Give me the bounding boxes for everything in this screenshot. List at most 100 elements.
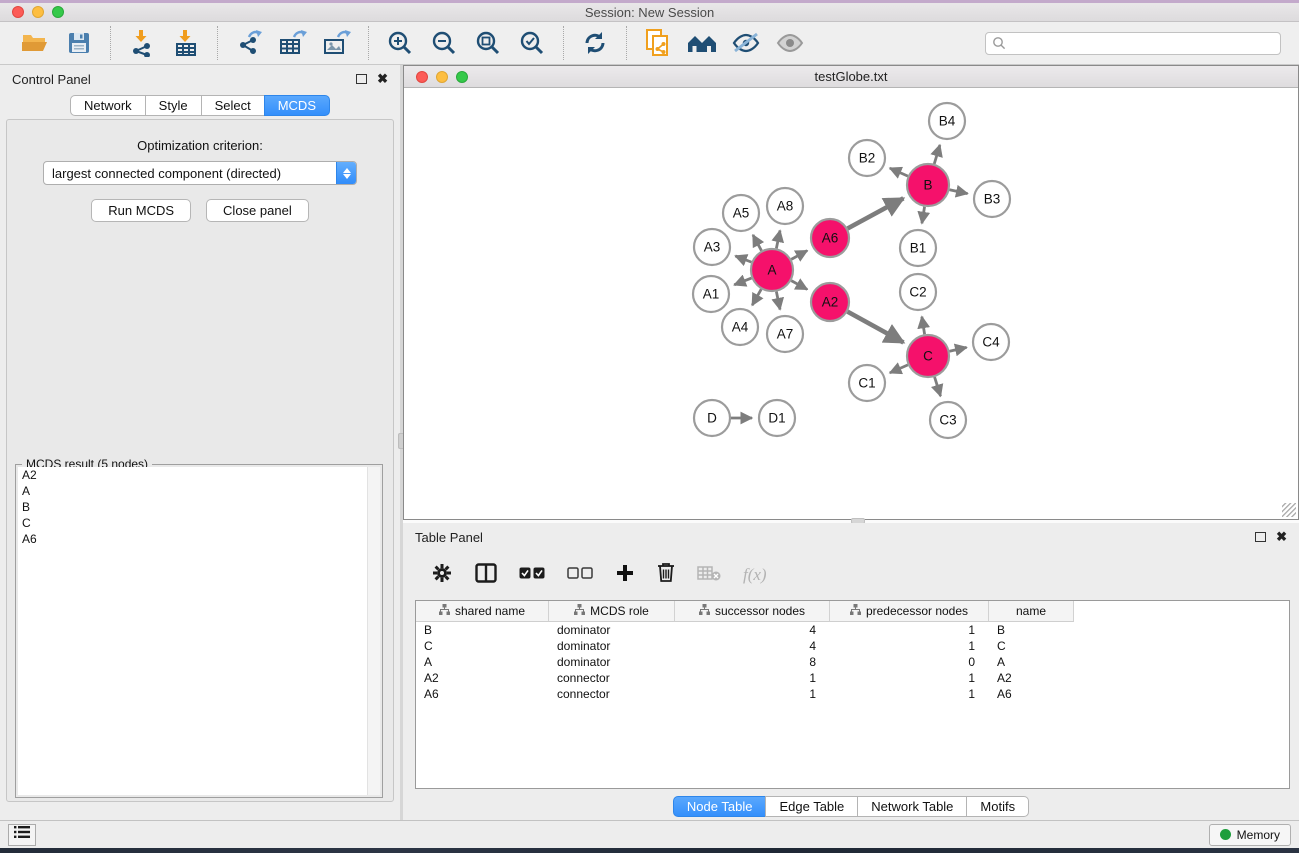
graph-node-C3[interactable]: C3: [930, 402, 966, 438]
zoom-fit-button[interactable]: [471, 27, 505, 59]
table-cell[interactable]: A6: [989, 686, 1074, 702]
graph-edge-A-A1[interactable]: [734, 278, 751, 285]
graph-node-C2[interactable]: C2: [900, 274, 936, 310]
graph-node-B2[interactable]: B2: [849, 140, 885, 176]
zoom-in-button[interactable]: [383, 27, 417, 59]
graph-node-A6[interactable]: A6: [811, 219, 849, 257]
graph-edge-C-C4[interactable]: [949, 347, 966, 351]
tab-style[interactable]: Style: [145, 95, 202, 116]
table-cell[interactable]: A2: [989, 670, 1074, 686]
column-header-predecessor-nodes[interactable]: predecessor nodes: [830, 601, 989, 622]
table-row[interactable]: Adominator80A: [416, 654, 1289, 670]
graph-edge-A-A3[interactable]: [735, 256, 751, 262]
hide-selected-button[interactable]: [729, 27, 763, 59]
close-panel-icon[interactable]: ✖: [1276, 532, 1287, 542]
export-image-button[interactable]: [320, 27, 354, 59]
import-network-button[interactable]: [125, 27, 159, 59]
mcds-result-item[interactable]: A: [18, 483, 380, 499]
graph-edge-C-C2[interactable]: [922, 317, 925, 335]
table-cell[interactable]: connector: [549, 686, 675, 702]
delete-table-button[interactable]: [697, 565, 721, 586]
column-header-shared-name[interactable]: shared name: [416, 601, 549, 622]
column-header-successor-nodes[interactable]: successor nodes: [675, 601, 830, 622]
table-cell[interactable]: A2: [416, 670, 549, 686]
show-all-button[interactable]: [773, 27, 807, 59]
tab-network-table[interactable]: Network Table: [857, 796, 967, 817]
graph-node-A2[interactable]: A2: [811, 283, 849, 321]
search-input[interactable]: [1010, 36, 1274, 50]
network-graph[interactable]: B4B2BB3A8A5A6B1A3AC2A1A2A4A7C4CC1C3DD1: [404, 88, 1298, 518]
graph-node-A3[interactable]: A3: [694, 229, 730, 265]
graph-node-C1[interactable]: C1: [849, 365, 885, 401]
table-cell[interactable]: B: [416, 622, 549, 638]
graph-edge-B-B2[interactable]: [890, 168, 908, 176]
graph-node-A1[interactable]: A1: [693, 276, 729, 312]
show-columns-button[interactable]: [475, 563, 497, 588]
graph-node-A5[interactable]: A5: [723, 195, 759, 231]
refresh-layout-button[interactable]: [578, 27, 612, 59]
node-table[interactable]: shared nameMCDS rolesuccessor nodesprede…: [415, 600, 1290, 789]
graph-node-A8[interactable]: A8: [767, 188, 803, 224]
table-cell[interactable]: 1: [830, 686, 989, 702]
memory-button[interactable]: Memory: [1209, 824, 1291, 846]
import-table-button[interactable]: [169, 27, 203, 59]
close-panel-button[interactable]: Close panel: [206, 199, 309, 222]
table-cell[interactable]: 0: [830, 654, 989, 670]
table-cell[interactable]: connector: [549, 670, 675, 686]
table-row[interactable]: A6connector11A6: [416, 686, 1289, 702]
graph-edge-C-C3[interactable]: [935, 377, 941, 396]
graph-edge-A-A4[interactable]: [752, 289, 761, 305]
close-panel-icon[interactable]: ✖: [377, 74, 388, 84]
table-cell[interactable]: dominator: [549, 654, 675, 670]
table-cell[interactable]: A: [416, 654, 549, 670]
graph-node-D1[interactable]: D1: [759, 400, 795, 436]
table-row[interactable]: A2connector11A2: [416, 670, 1289, 686]
tab-mcds[interactable]: MCDS: [264, 95, 330, 116]
table-cell[interactable]: 4: [675, 622, 830, 638]
table-cell[interactable]: C: [989, 638, 1074, 654]
select-all-checks-button[interactable]: [519, 566, 545, 584]
table-cell[interactable]: 1: [830, 622, 989, 638]
table-cell[interactable]: dominator: [549, 622, 675, 638]
deselect-all-checks-button[interactable]: [567, 566, 593, 584]
result-scrollbar[interactable]: [367, 467, 380, 795]
table-cell[interactable]: 4: [675, 638, 830, 654]
tab-motifs[interactable]: Motifs: [966, 796, 1029, 817]
graph-edge-A2-C[interactable]: [848, 312, 904, 343]
add-column-button[interactable]: [615, 563, 635, 588]
graph-edge-A-A7[interactable]: [776, 292, 780, 310]
run-mcds-button[interactable]: Run MCDS: [91, 199, 191, 222]
table-cell[interactable]: 1: [675, 670, 830, 686]
mcds-result-item[interactable]: C: [18, 515, 380, 531]
table-cell[interactable]: dominator: [549, 638, 675, 654]
graph-edge-A-A2[interactable]: [791, 281, 807, 290]
tab-network[interactable]: Network: [70, 95, 146, 116]
delete-column-button[interactable]: [657, 562, 675, 588]
mcds-result-item[interactable]: B: [18, 499, 380, 515]
graph-edge-A-A5[interactable]: [753, 235, 762, 251]
graph-node-B4[interactable]: B4: [929, 103, 965, 139]
graph-node-C4[interactable]: C4: [973, 324, 1009, 360]
column-header-MCDS-role[interactable]: MCDS role: [549, 601, 675, 622]
table-options-button[interactable]: [431, 562, 453, 589]
table-cell[interactable]: 1: [830, 670, 989, 686]
table-cell[interactable]: A6: [416, 686, 549, 702]
graph-edge-C-C1[interactable]: [890, 365, 908, 373]
network-frame-titlebar[interactable]: testGlobe.txt: [404, 66, 1298, 88]
mcds-result-item[interactable]: A2: [18, 467, 380, 483]
graph-edge-A-A6[interactable]: [791, 251, 807, 260]
graph-edge-A6-B[interactable]: [848, 198, 904, 228]
export-network-button[interactable]: [232, 27, 266, 59]
graph-edge-B-B4[interactable]: [934, 145, 940, 164]
zoom-selected-button[interactable]: [515, 27, 549, 59]
graph-edge-A-A8[interactable]: [776, 230, 780, 248]
search-field[interactable]: [985, 32, 1281, 55]
table-row[interactable]: Bdominator41B: [416, 622, 1289, 638]
table-row[interactable]: Cdominator41C: [416, 638, 1289, 654]
table-cell[interactable]: C: [416, 638, 549, 654]
criterion-select[interactable]: largest connected component (directed): [43, 161, 357, 185]
function-builder-button[interactable]: f(x): [743, 565, 767, 585]
mcds-result-list[interactable]: A2ABCA6: [18, 467, 380, 795]
graph-node-D[interactable]: D: [694, 400, 730, 436]
show-log-button[interactable]: [8, 824, 36, 846]
